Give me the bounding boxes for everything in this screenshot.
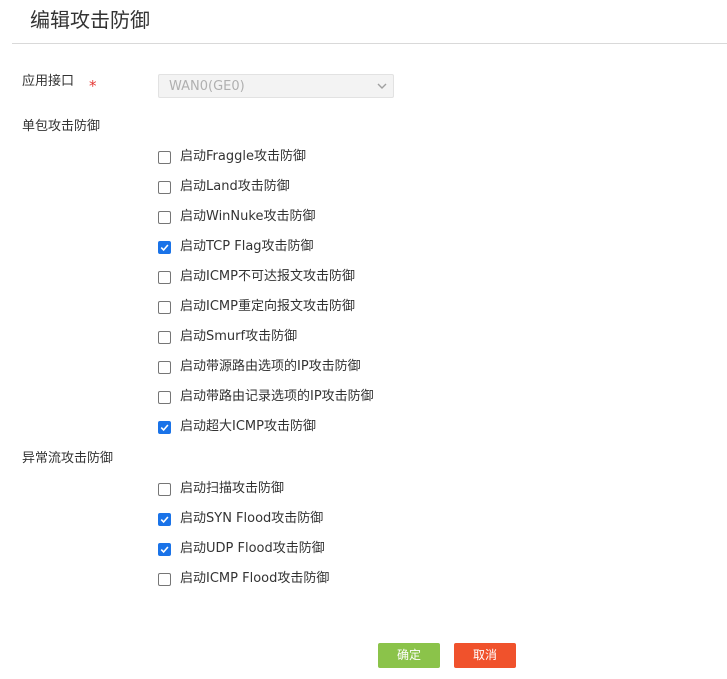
checkbox-row[interactable]: 启动ICMP重定向报文攻击防御 xyxy=(158,292,374,322)
checkbox-row[interactable]: 启动带路由记录选项的IP攻击防御 xyxy=(158,382,374,412)
checkbox-row[interactable]: 启动扫描攻击防御 xyxy=(158,474,329,504)
checkmark-icon xyxy=(160,243,169,251)
single-packet-checklist: 启动Fraggle攻击防御 启动Land攻击防御启动WinNuke攻击防御 启动TC… xyxy=(158,142,374,442)
checkbox-label: 启动扫描攻击防御 xyxy=(180,481,285,496)
checkbox-row[interactable]: 启动带源路由选项的IP攻击防御 xyxy=(158,352,374,382)
checkbox-unchecked[interactable] xyxy=(158,390,171,404)
checkbox-row[interactable]: 启动Land攻击防御 xyxy=(158,172,374,202)
dialog-header: 编辑攻击防御 xyxy=(12,0,727,44)
abnormal-flow-label: 异常流攻击防御 xyxy=(22,451,114,466)
checkbox-label: 启动WinNuke攻击防御 xyxy=(180,209,316,224)
chevron-down-icon xyxy=(377,83,387,89)
checkbox-label: 启动UDP Flood攻击防御 xyxy=(180,541,325,556)
required-mark: * xyxy=(89,77,97,95)
checkbox-label: 启动SYN Flood攻击防御 xyxy=(180,511,324,526)
checkbox-row[interactable]: 启动超大ICMP攻击防御 xyxy=(158,412,374,442)
checkbox-checked[interactable] xyxy=(158,542,171,556)
checkbox-row[interactable]: 启动Smurf攻击防御 xyxy=(158,322,374,352)
interface-select-value: WAN0(GE0) xyxy=(169,79,245,94)
checkbox-checked[interactable] xyxy=(158,420,171,434)
checkbox-label: 启动ICMP不可达报文攻击防御 xyxy=(180,269,355,284)
checkbox-row[interactable]: 启动TCP Flag攻击防御 xyxy=(158,232,374,262)
interface-label: 应用接口 xyxy=(22,74,75,89)
checkbox-label: 启动Land攻击防御 xyxy=(180,179,290,194)
checkbox-unchecked[interactable] xyxy=(158,210,171,224)
checkbox-row[interactable]: 启动ICMP Flood攻击防御 xyxy=(158,564,329,594)
checkmark-icon xyxy=(160,515,169,523)
checkbox-row[interactable]: 启动WinNuke攻击防御 xyxy=(158,202,374,232)
checkbox-checked[interactable] xyxy=(158,240,171,254)
checkbox-label: 启动带源路由选项的IP攻击防御 xyxy=(180,359,361,374)
single-packet-label: 单包攻击防御 xyxy=(22,119,101,134)
checkbox-unchecked[interactable] xyxy=(158,482,171,496)
checkbox-label: 启动TCP Flag攻击防御 xyxy=(180,239,314,254)
checkbox-label: 启动ICMP重定向报文攻击防御 xyxy=(180,299,355,314)
checkbox-unchecked[interactable] xyxy=(158,300,171,314)
checkbox-row[interactable]: 启动SYN Flood攻击防御 xyxy=(158,504,329,534)
checkbox-unchecked[interactable] xyxy=(158,360,171,374)
checkmark-icon xyxy=(160,545,169,553)
page-title: 编辑攻击防御 xyxy=(30,8,150,32)
checkbox-unchecked[interactable] xyxy=(158,572,171,586)
checkbox-label: 启动Fraggle攻击防御 xyxy=(180,149,306,164)
checkbox-checked[interactable] xyxy=(158,512,171,526)
checkbox-unchecked[interactable] xyxy=(158,180,171,194)
abnormal-flow-checklist: 启动扫描攻击防御启动SYN Flood攻击防御 启动UDP Flood攻击防御 启动… xyxy=(158,474,329,594)
checkbox-row[interactable]: 启动UDP Flood攻击防御 xyxy=(158,534,329,564)
checkmark-icon xyxy=(160,423,169,431)
checkbox-label: 启动超大ICMP攻击防御 xyxy=(180,419,316,434)
checkbox-label: 启动带路由记录选项的IP攻击防御 xyxy=(180,389,374,404)
checkbox-label: 启动Smurf攻击防御 xyxy=(180,329,298,344)
confirm-button[interactable]: 确定 xyxy=(378,643,440,668)
checkbox-unchecked[interactable] xyxy=(158,330,171,344)
checkbox-row[interactable]: 启动Fraggle攻击防御 xyxy=(158,142,374,172)
interface-select[interactable]: WAN0(GE0) xyxy=(158,74,394,98)
cancel-button[interactable]: 取消 xyxy=(454,643,516,668)
checkbox-unchecked[interactable] xyxy=(158,270,171,284)
checkbox-row[interactable]: 启动ICMP不可达报文攻击防御 xyxy=(158,262,374,292)
checkbox-unchecked[interactable] xyxy=(158,150,171,164)
checkbox-label: 启动ICMP Flood攻击防御 xyxy=(180,571,330,586)
